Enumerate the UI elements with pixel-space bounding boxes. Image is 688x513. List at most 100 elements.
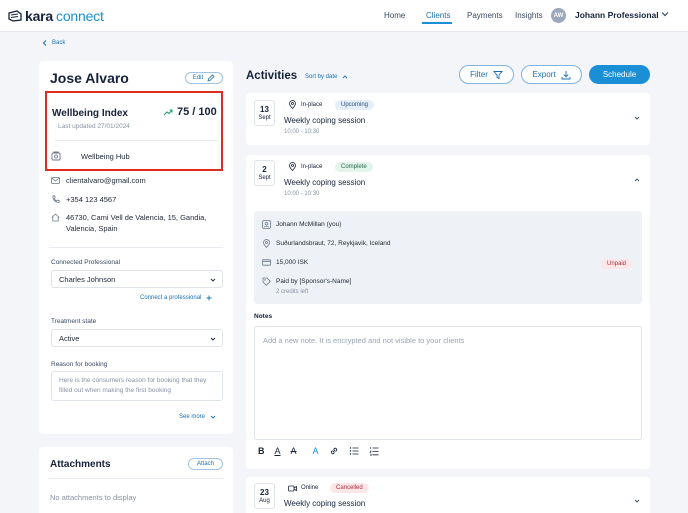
logo-bold-text: kara — [25, 8, 54, 24]
notes-input[interactable]: Add a new note. It is encrypted and not … — [254, 326, 642, 440]
chevron-down-icon — [210, 278, 216, 282]
trend-up-icon — [163, 109, 173, 116]
session-title: Weekly coping session — [284, 178, 366, 187]
email-row: clientalvaro@gmail.com — [51, 175, 146, 186]
back-label: Back — [52, 40, 66, 46]
session-card-upcoming[interactable]: 13 Sept In-place Upcoming Weekly coping … — [246, 93, 650, 145]
session-title: Weekly coping session — [284, 116, 366, 125]
attachments-title: Attachments — [50, 459, 111, 470]
payment-status-badge: Unpaid — [601, 259, 633, 269]
session-location-type: Online — [301, 485, 319, 491]
connect-professional-label: Connect a professional — [140, 295, 202, 301]
detail-professional: Johann McMillan (you) — [262, 220, 341, 229]
connect-professional-link[interactable]: Connect a professional — [140, 295, 212, 301]
wellbeing-highlight-box — [45, 91, 223, 171]
notes-label: Notes — [254, 313, 273, 320]
chevron-down-icon[interactable] — [660, 9, 670, 19]
session-card-complete[interactable]: 2 Sept In-place Complete Weekly coping s… — [246, 155, 650, 469]
detail-price-text: 15,000 ISK — [276, 259, 309, 266]
detail-address-text: Suðurlandsbraut, 72, Reykjavik, Iceland — [276, 240, 391, 247]
client-name: Jose Alvaro — [50, 70, 129, 86]
connected-professional-value: Charles Johnson — [59, 275, 116, 284]
client-email[interactable]: clientalvaro@gmail.com — [66, 175, 146, 186]
chevron-down-icon[interactable] — [634, 498, 640, 504]
filter-icon — [492, 70, 503, 79]
wellbeing-last-updated: Last updated 27/01/2024 — [58, 123, 130, 130]
nav-link-clients[interactable]: Clients — [426, 11, 450, 20]
link-icon[interactable] — [329, 446, 339, 456]
text-color-icon[interactable]: A — [275, 446, 281, 456]
reason-for-booking-label: Reason for booking — [51, 361, 108, 368]
attachments-card: Attachments Attach No attachments to dis… — [39, 447, 233, 513]
user-badge-icon — [262, 220, 271, 229]
nav-link-insights[interactable]: Insights — [515, 11, 543, 20]
edit-button[interactable]: Edit — [185, 72, 223, 84]
attach-button[interactable]: Attach — [188, 458, 223, 470]
session-location-type: In-place — [301, 102, 323, 108]
divider — [49, 247, 223, 248]
video-camera-icon — [288, 485, 297, 492]
export-button[interactable]: Export — [521, 65, 582, 84]
highlight-icon[interactable]: A — [313, 446, 319, 456]
karaconnect-logo[interactable]: kara connect — [8, 8, 104, 24]
schedule-button[interactable]: Schedule — [589, 65, 650, 84]
see-more-link[interactable]: See more — [179, 414, 216, 420]
credits-left-text: 2 credits left — [276, 289, 309, 295]
tag-icon — [262, 277, 271, 286]
session-month: Aug — [259, 497, 270, 504]
home-icon — [51, 213, 60, 222]
logo-light-text: connect — [56, 8, 104, 24]
session-time: 10:00 - 10:30 — [284, 129, 320, 135]
active-nav-indicator — [422, 22, 452, 24]
activities-title: Activities — [246, 70, 298, 82]
address-row: 46730, Cami Vell de Valencia, 15, Gandia… — [51, 212, 221, 234]
mail-icon — [51, 177, 60, 184]
date-badge: 23 Aug — [254, 483, 275, 509]
treatment-state-select[interactable]: Active — [51, 329, 223, 347]
session-card-cancelled[interactable]: 23 Aug Online Cancelled Weekly coping se… — [246, 477, 650, 513]
nav-link-home[interactable]: Home — [384, 11, 405, 20]
chevron-up-icon[interactable] — [634, 177, 640, 183]
bold-icon[interactable]: B — [258, 446, 265, 456]
divider — [49, 478, 223, 479]
chevron-down-icon[interactable] — [634, 115, 640, 121]
wellbeing-hub-link[interactable]: Wellbeing Hub — [81, 152, 130, 161]
location-pin-icon — [289, 162, 296, 171]
attachments-empty-text: No attachments to display — [50, 493, 137, 502]
download-icon — [561, 70, 571, 79]
hub-icon — [51, 151, 61, 161]
user-name[interactable]: Johann Professional — [575, 10, 659, 20]
chevron-up-icon — [343, 75, 348, 79]
date-badge: 2 Sept — [254, 160, 275, 186]
client-address: 46730, Cami Vell de Valencia, 15, Gandia… — [66, 213, 207, 233]
connected-professional-label: Connected Professional — [51, 259, 121, 266]
numbered-list-icon[interactable] — [368, 446, 379, 456]
export-label: Export — [532, 70, 556, 79]
status-badge: Cancelled — [330, 483, 369, 493]
nav-link-payments[interactable]: Payments — [467, 11, 503, 20]
wellbeing-index-title: Wellbeing Index — [52, 108, 128, 119]
detail-address: Suðurlandsbraut, 72, Reykjavik, Iceland — [262, 239, 391, 248]
detail-sponsor-text: Paid by [Sponsor's-Name] — [276, 278, 352, 285]
status-badge: Complete — [335, 162, 373, 172]
logo-icon — [8, 10, 22, 22]
detail-price: 15,000 ISK — [262, 258, 308, 267]
treatment-state-label: Treatment state — [51, 318, 97, 325]
filter-button[interactable]: Filter — [459, 65, 514, 84]
avatar[interactable]: AW — [551, 8, 566, 23]
notes-formatting-toolbar: B A A A — [258, 446, 379, 456]
card-icon — [262, 259, 271, 266]
strikethrough-icon[interactable]: A — [291, 446, 297, 456]
wellbeing-score: 75 / 100 — [177, 106, 217, 118]
back-link[interactable]: Back — [42, 40, 65, 46]
chevron-down-icon — [210, 415, 216, 419]
session-location-type: In-place — [301, 164, 323, 170]
bullet-list-icon[interactable] — [349, 446, 359, 456]
sort-by-date-toggle[interactable]: Sort by date — [305, 74, 348, 80]
connected-professional-select[interactable]: Charles Johnson — [51, 270, 223, 288]
filter-label: Filter — [470, 70, 488, 79]
client-phone[interactable]: +354 123 4567 — [66, 194, 116, 205]
reason-for-booking-field[interactable]: Here is the consumers reason for booking… — [51, 371, 223, 401]
session-day: 23 — [260, 487, 269, 497]
session-day: 2 — [262, 164, 267, 174]
